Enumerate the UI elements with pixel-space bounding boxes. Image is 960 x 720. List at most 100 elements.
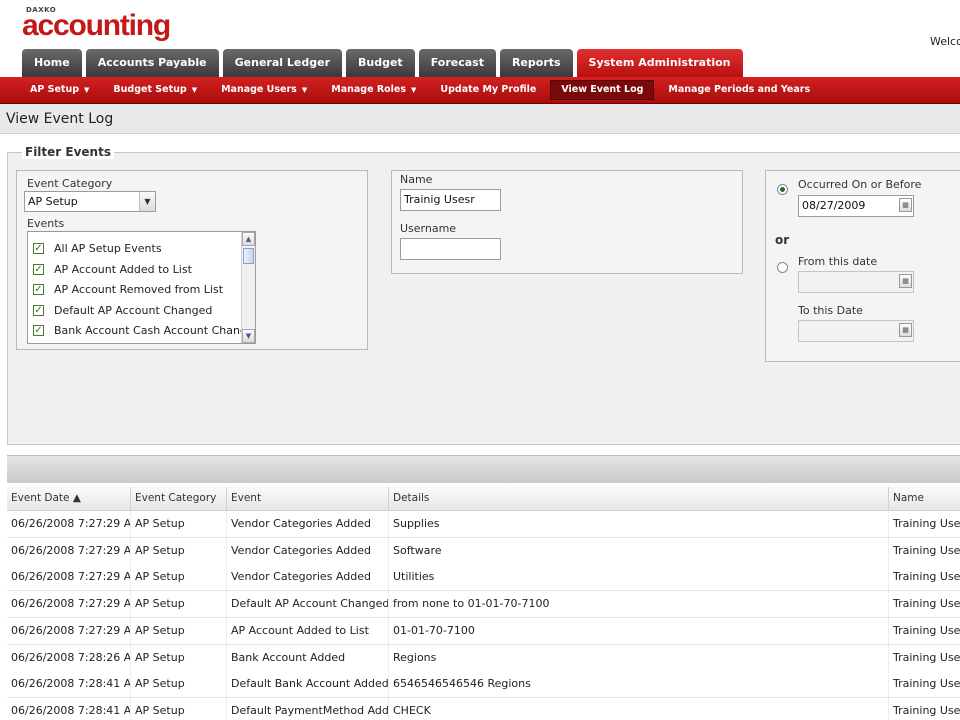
tab-accounts-payable[interactable]: Accounts Payable [85,49,219,77]
cell-details: from none to 01-01-70-7100 [389,591,889,618]
subnav-budget-setup[interactable]: Budget Setup ▼ [103,80,207,100]
table-row[interactable]: 06/26/2008 7:27:29 AM AP Setup Default AP … [7,591,960,619]
subnav-label: Update My Profile [440,84,537,95]
subnav-manage-roles[interactable]: Manage Roles ▼ [321,80,426,100]
tab-reports[interactable]: Reports [499,49,573,77]
scroll-thumb[interactable] [243,248,254,264]
chevron-down-icon[interactable]: ▼ [139,192,155,211]
cell-name: Training User [889,538,960,564]
table-row[interactable]: 06/26/2008 7:27:29 AM AP Setup AP Account … [7,617,960,645]
scroll-down-icon[interactable]: ▼ [242,329,255,343]
calendar-icon[interactable]: ▦ [899,323,912,337]
cell-name: Training User [889,591,960,617]
column-header-event-date[interactable]: Event Date ▲ [7,487,131,511]
checkbox-checked[interactable]: ✓ [33,304,44,316]
column-header-event-category[interactable]: Event Category [131,487,227,511]
calendar-icon[interactable]: ▦ [899,198,912,212]
list-item[interactable]: ✓ AP Account Removed from List [33,281,223,297]
radio-occurred-on-or-before[interactable] [777,184,788,195]
to-date-label: To this Date [798,304,863,317]
checkbox-checked[interactable]: ✓ [33,283,44,295]
cell-event-date: 06/26/2008 7:27:29 AM [7,617,131,644]
occurred-label: Occurred On or Before [798,178,922,191]
cell-event-date: 06/26/2008 7:27:29 AM [7,564,131,591]
list-item[interactable]: ✓ AP Account Added to List [33,261,192,277]
brand-product: accounting [22,9,171,42]
radio-date-range[interactable] [777,262,788,273]
welcome-text: Welcome [930,35,960,48]
column-header-name[interactable]: Name [889,487,960,511]
events-scrollbar[interactable]: ▲ ▼ [241,232,255,343]
table-row[interactable]: 06/26/2008 7:27:29 AM AP Setup Vendor Cate… [7,564,960,592]
title-bar: View Event Log [0,104,960,134]
event-label: All AP Setup Events [54,241,162,255]
subnav-update-my-profile[interactable]: Update My Profile [430,80,546,100]
calendar-icon[interactable]: ▦ [899,274,912,288]
cell-name: Training User [889,511,960,537]
list-item[interactable]: ✓ Bank Account Cash Account Changed [33,322,256,338]
grid-toolbar [7,455,960,483]
tab-budget[interactable]: Budget [346,49,415,77]
tab-general-ledger[interactable]: General Ledger [222,49,342,77]
cell-event-category: AP Setup [131,564,227,591]
scroll-up-icon[interactable]: ▲ [242,232,255,246]
username-input[interactable] [400,238,501,260]
cell-event-category: AP Setup [131,617,227,644]
column-header-event[interactable]: Event [227,487,389,511]
event-label: AP Account Added to List [54,262,192,276]
cell-details: 6546546546546 Regions [389,671,889,698]
from-date-input[interactable]: ▦ [798,271,914,293]
subnav-label: View Event Log [561,84,644,95]
cell-event: Default PaymentMethod Added [227,697,389,720]
cell-details: CHECK [389,697,889,720]
tab-forecast[interactable]: Forecast [418,49,496,77]
filter-events-legend: Filter Events [22,145,114,159]
cell-event-date: 06/26/2008 7:27:29 AM [7,591,131,618]
cell-event-date: 06/26/2008 7:27:29 AM [7,511,131,537]
table-row[interactable]: 06/26/2008 7:28:41 AM AP Setup Default Pay… [7,697,960,720]
caret-down-icon: ▼ [301,86,308,94]
table-row[interactable]: 06/26/2008 7:27:29 AM AP Setup Vendor Cate… [7,511,960,538]
cell-event: Default AP Account Changed [227,591,389,618]
subnav-label: Manage Users [221,84,297,95]
to-date-input[interactable]: ▦ [798,320,914,342]
cell-details: Regions [389,644,889,671]
subnav-label: Manage Roles [331,84,407,95]
subnav-label: Budget Setup [113,84,187,95]
tab-system-administration[interactable]: System Administration [576,49,743,77]
column-header-details[interactable]: Details [389,487,889,511]
subnav-view-event-log[interactable]: View Event Log [550,80,655,100]
subnav-manage-users[interactable]: Manage Users ▼ [211,80,317,100]
cell-name: Training User [889,618,960,644]
table-row[interactable]: 06/26/2008 7:28:41 AM AP Setup Default Ban… [7,671,960,699]
event-category-select[interactable]: AP Setup ▼ [24,191,156,212]
cell-event-date: 06/26/2008 7:28:26 AM [7,644,131,671]
caret-down-icon: ▼ [411,86,417,94]
checkbox-checked[interactable]: ✓ [33,242,44,254]
or-label: or [775,233,790,247]
subnav-manage-periods-and-years[interactable]: Manage Periods and Years [658,80,820,100]
name-label: Name [400,173,433,186]
cell-details: 01-01-70-7100 [389,617,889,644]
cell-name: Training User [889,564,960,590]
list-item[interactable]: ✓ All AP Setup Events [33,240,162,256]
cell-event: AP Account Added to List [227,617,389,644]
caret-down-icon: ▼ [84,86,90,94]
table-row[interactable]: 06/26/2008 7:27:29 AM AP Setup Vendor Cate… [7,537,960,565]
cell-details: Utilities [389,564,889,591]
caret-down-icon: ▼ [191,86,198,94]
cell-event-category: AP Setup [131,591,227,618]
name-input[interactable]: Trainig Usesr [400,189,501,211]
list-item[interactable]: ✓ Default AP Account Changed [33,302,212,318]
table-row[interactable]: 06/26/2008 7:28:26 AM AP Setup Bank Accoun… [7,644,960,672]
event-category-value: AP Setup [28,195,78,208]
event-label: Bank Account Cash Account Changed [54,323,256,337]
checkbox-checked[interactable]: ✓ [33,324,44,336]
occurred-date-input[interactable]: 08/27/2009 ▦ [798,195,914,217]
cell-event-date: 06/26/2008 7:27:29 AM [7,537,131,564]
subnav-ap-setup[interactable]: AP Setup ▼ [20,80,99,100]
cell-event-date: 06/26/2008 7:28:41 AM [7,671,131,698]
tab-home[interactable]: Home [22,49,82,77]
events-label: Events [27,217,65,230]
checkbox-checked[interactable]: ✓ [33,263,44,275]
